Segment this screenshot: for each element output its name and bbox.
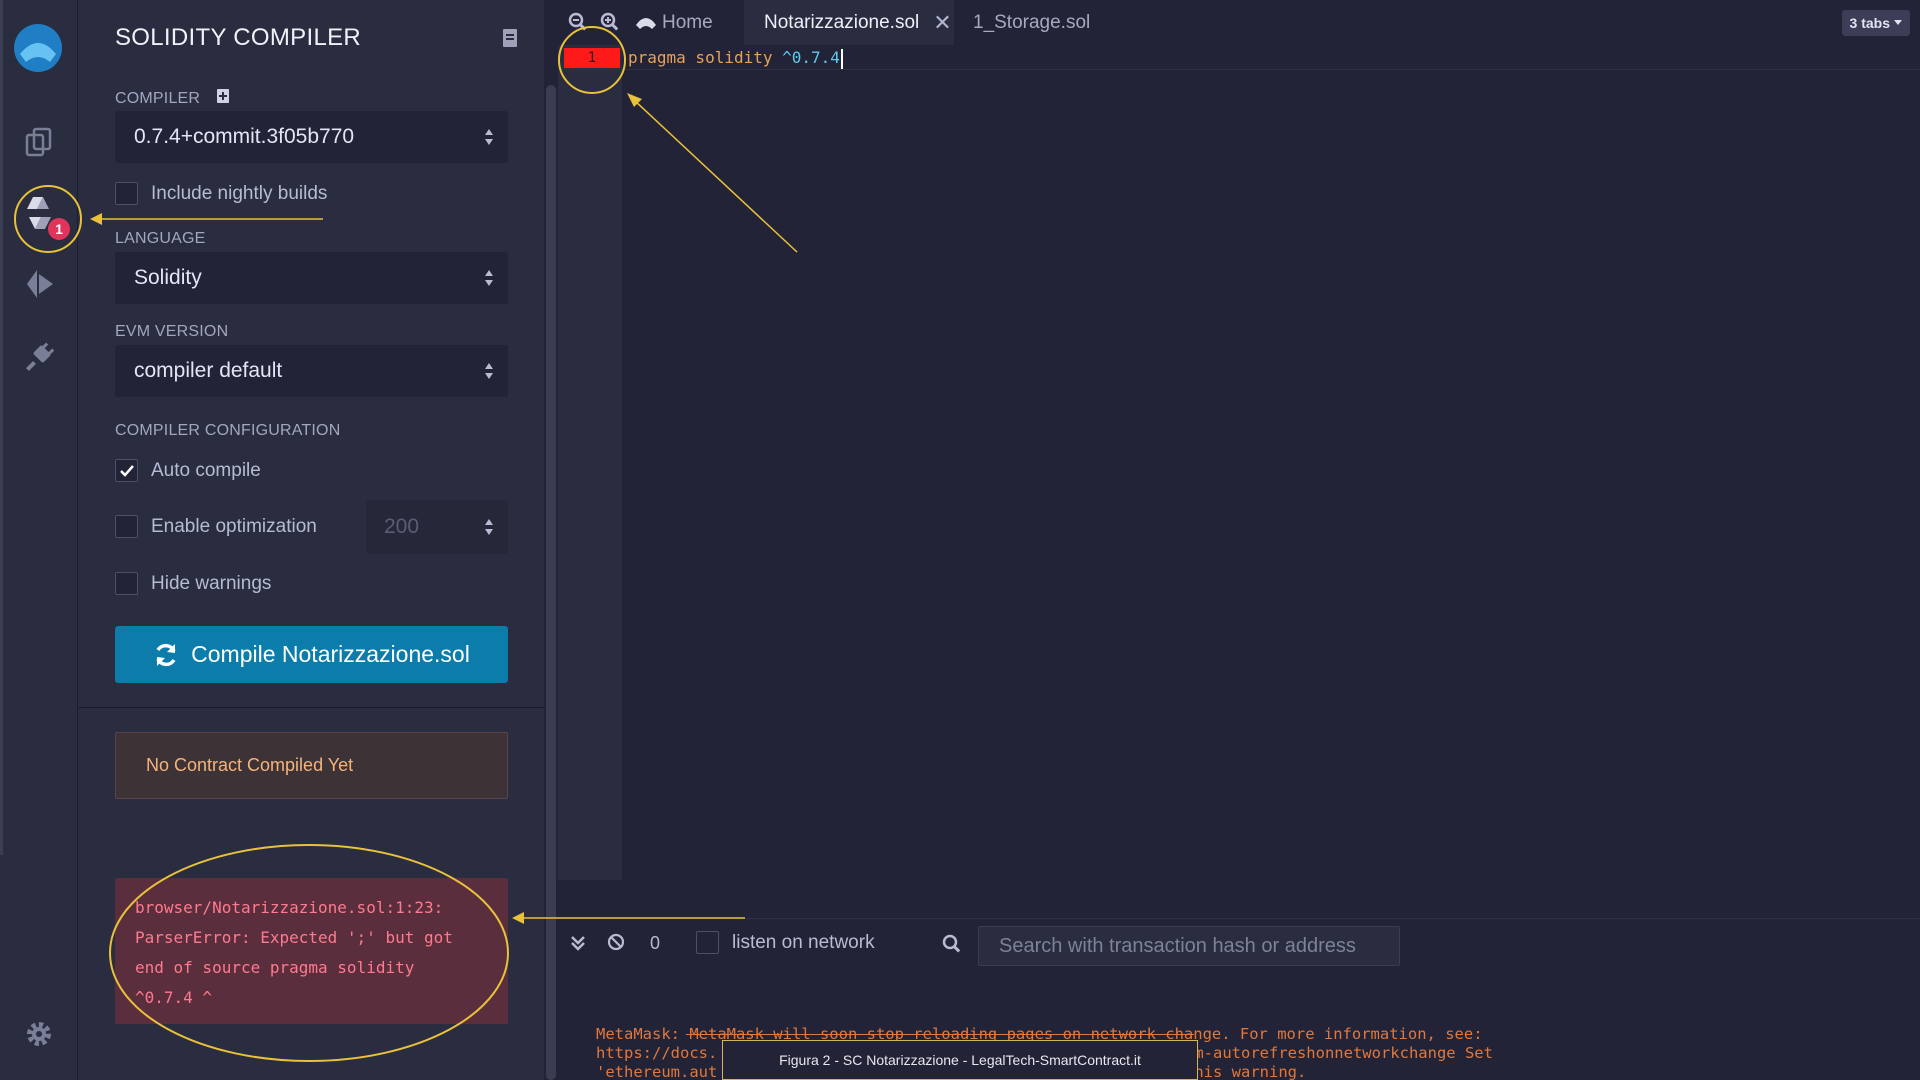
listen-network-label: listen on network: [732, 931, 875, 953]
compile-button[interactable]: Compile Notarizzazione.sol: [115, 626, 508, 683]
editor-tabs: Home Notarizzazione.sol ✕ 1_Storage.sol …: [558, 0, 1920, 45]
editor-gutter: [558, 45, 622, 880]
remix-home-icon: [636, 17, 656, 29]
auto-compile-option[interactable]: Auto compile: [115, 459, 261, 482]
log-fragment: 'ethereum.aut: [596, 1063, 718, 1080]
compile-button-label: Compile Notarizzazione.sol: [191, 641, 470, 667]
tab-home-label: Home: [662, 11, 713, 33]
listen-network-checkbox[interactable]: [696, 931, 719, 954]
figure-caption: Figura 2 - SC Notarizzazione - LegalTech…: [722, 1040, 1198, 1080]
line-number-error[interactable]: 1: [564, 48, 620, 68]
clear-console-icon[interactable]: [607, 933, 625, 956]
search-icon: [942, 934, 962, 959]
optimization-option[interactable]: Enable optimization: [115, 515, 317, 538]
select-arrows-icon: [484, 127, 494, 153]
tab-storage[interactable]: 1_Storage.sol: [973, 0, 1090, 45]
auto-compile-checkbox[interactable]: [115, 459, 138, 482]
code-editor[interactable]: 1 pragma solidity ^0.7.4: [558, 45, 1920, 880]
chevron-down-icon: [1894, 20, 1902, 25]
terminal-bar: 0 listen on network Search with transact…: [558, 918, 1920, 968]
code-version: ^0.7.4: [782, 48, 840, 67]
tab-home[interactable]: Home: [634, 0, 713, 45]
error-line: browser/Notarizzazione.sol:1:23:: [135, 898, 444, 917]
evm-version-value: compiler default: [134, 359, 283, 382]
icon-rail: 1: [0, 0, 78, 1080]
documentation-icon[interactable]: [502, 28, 518, 53]
nightly-builds-checkbox[interactable]: [115, 182, 138, 205]
no-contract-alert: No Contract Compiled Yet: [115, 732, 508, 799]
editor-line[interactable]: 1 pragma solidity ^0.7.4: [558, 45, 1920, 70]
language-value: Solidity: [134, 266, 202, 289]
plugin-manager-icon[interactable]: [21, 338, 57, 374]
text-caret: [840, 48, 843, 69]
select-arrows-icon: [484, 268, 494, 294]
hide-warnings-label: Hide warnings: [151, 572, 272, 594]
stepper-arrows-icon[interactable]: [484, 517, 494, 543]
file-explorer-icon[interactable]: [21, 124, 57, 160]
compiler-label-text: COMPILER: [115, 89, 201, 107]
error-line: ^0.7.4 ^: [135, 988, 213, 1007]
listen-network-option[interactable]: listen on network: [696, 931, 875, 954]
optimization-label: Enable optimization: [151, 515, 317, 537]
nightly-builds-label: Include nightly builds: [151, 182, 328, 204]
compiler-panel: SOLIDITY COMPILER COMPILER 0.7.4+commit.…: [78, 0, 544, 1080]
tab-storage-label: 1_Storage.sol: [973, 11, 1091, 33]
select-arrows-icon: [484, 361, 494, 387]
compiler-label: COMPILER: [115, 88, 230, 109]
error-line: ParserError: Expected ';' but got: [135, 928, 453, 947]
panel-divider: [78, 707, 544, 708]
optimization-runs-value: 200: [384, 515, 420, 538]
language-label: LANGUAGE: [115, 230, 206, 247]
nightly-builds-option[interactable]: Include nightly builds: [115, 182, 327, 205]
refresh-icon: [156, 643, 176, 666]
compiler-badge: 1: [48, 218, 70, 240]
log-fragment: m-autorefreshonnetworkchange Set: [1194, 1044, 1493, 1062]
code-line[interactable]: pragma solidity ^0.7.4: [628, 48, 843, 69]
zoom-out-icon[interactable]: [568, 12, 588, 37]
tab-active-label: Notarizzazione.sol: [764, 11, 920, 33]
code-keyword: pragma solidity: [628, 48, 783, 67]
tab-notarizzazione[interactable]: Notarizzazione.sol ✕: [744, 0, 954, 45]
error-line: end of source pragma solidity: [135, 958, 415, 977]
evm-version-label: EVM VERSION: [115, 323, 229, 340]
compiler-config-label: COMPILER CONFIGURATION: [115, 422, 341, 439]
settings-icon[interactable]: [21, 1016, 57, 1052]
panel-scrollbar[interactable]: [546, 85, 556, 1080]
log-fragment: https://docs.: [596, 1044, 718, 1062]
auto-compile-label: Auto compile: [151, 459, 261, 481]
compiler-version-value: 0.7.4+commit.3f05b770: [134, 125, 355, 148]
compile-error-message[interactable]: browser/Notarizzazione.sol:1:23: ParserE…: [115, 878, 508, 1024]
add-compiler-icon[interactable]: [216, 88, 230, 109]
code-area[interactable]: [622, 45, 1920, 880]
optimization-runs-input[interactable]: 200: [366, 500, 508, 554]
close-icon[interactable]: ✕: [933, 10, 951, 36]
remix-logo-icon[interactable]: [10, 22, 66, 78]
pending-tx-count: 0: [650, 933, 661, 953]
log-fragment: his warning.: [1194, 1063, 1307, 1080]
log-underline: [686, 1034, 1194, 1035]
zoom-in-icon[interactable]: [600, 12, 620, 37]
language-select[interactable]: Solidity: [115, 252, 508, 304]
tabs-count-dropdown[interactable]: 3 tabs: [1841, 10, 1910, 36]
collapse-terminal-icon[interactable]: [570, 934, 586, 957]
optimization-checkbox[interactable]: [115, 515, 138, 538]
tabs-count-label: 3 tabs: [1849, 15, 1890, 31]
rail-edge: [0, 0, 3, 855]
hide-warnings-option[interactable]: Hide warnings: [115, 572, 271, 595]
evm-version-select[interactable]: compiler default: [115, 345, 508, 397]
compiler-version-select[interactable]: 0.7.4+commit.3f05b770: [115, 111, 508, 163]
panel-title: SOLIDITY COMPILER: [115, 24, 362, 51]
transaction-search-input[interactable]: Search with transaction hash or address: [978, 926, 1400, 966]
hide-warnings-checkbox[interactable]: [115, 572, 138, 595]
deploy-run-icon[interactable]: [21, 266, 57, 302]
